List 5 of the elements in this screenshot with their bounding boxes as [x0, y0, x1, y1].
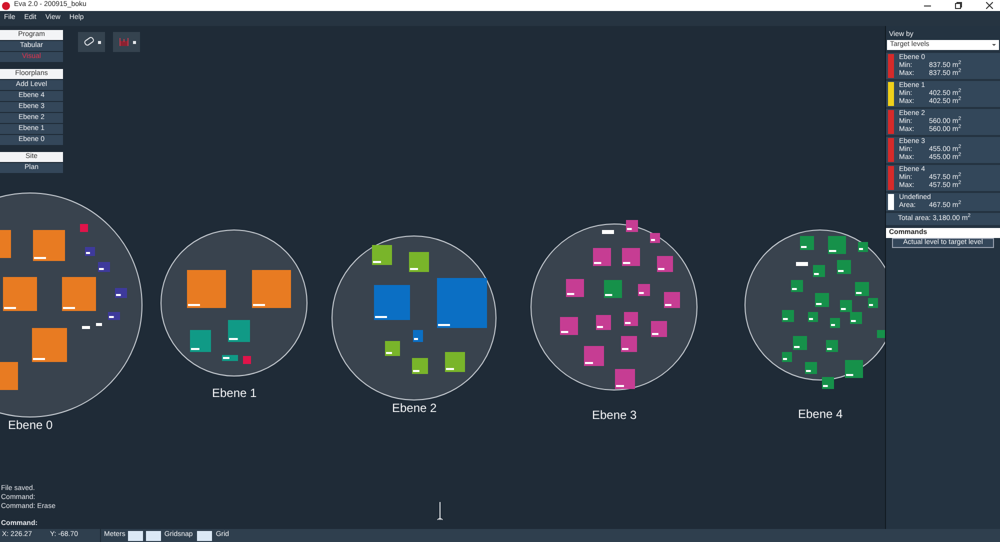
- level-label: Ebene 2: [392, 402, 437, 414]
- level-label: Ebene 0: [8, 419, 53, 431]
- level-label: Ebene 3: [592, 409, 637, 421]
- level-label: Ebene 1: [212, 387, 257, 399]
- level-label: Ebene 4: [798, 408, 843, 420]
